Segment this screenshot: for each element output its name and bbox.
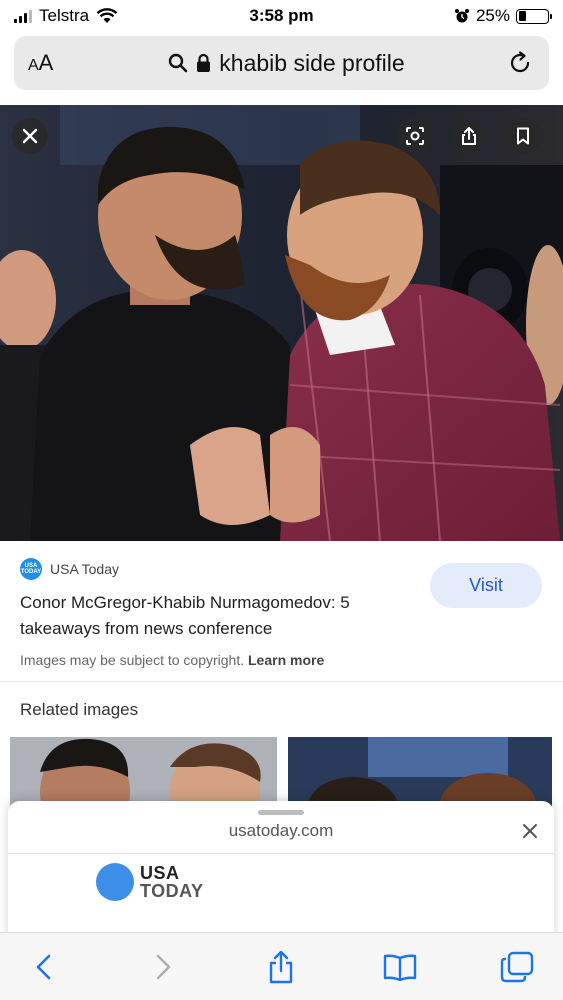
sheet-handle[interactable]	[258, 810, 304, 815]
bookmark-icon	[517, 127, 529, 145]
share-icon	[462, 127, 476, 145]
url-field[interactable]: khabib side profile	[68, 50, 505, 77]
status-bar: Telstra 3:58 pm 25%	[0, 0, 563, 32]
result-title[interactable]: Conor McGregor-Khabib Nurmagomedov: 5 ta…	[20, 590, 400, 642]
status-left: Telstra	[14, 6, 118, 26]
tabs-button[interactable]	[497, 947, 537, 987]
divider	[0, 681, 563, 682]
source-name: USA Today	[50, 561, 120, 577]
usa-today-logo-circle	[96, 863, 134, 901]
forward-button[interactable]	[143, 947, 183, 987]
share-image-button[interactable]	[451, 118, 487, 154]
source-row[interactable]: USA TODAY USA Today	[20, 558, 119, 580]
back-button[interactable]	[24, 947, 64, 987]
close-icon	[523, 824, 537, 838]
browser-toolbar	[0, 932, 563, 1000]
bookmarks-icon	[383, 954, 417, 981]
address-bar[interactable]: AA khabib side profile	[14, 36, 549, 90]
battery-icon	[516, 8, 552, 24]
reader-options-button[interactable]: AA	[28, 50, 68, 76]
usa-today-logo: USA TODAY	[96, 863, 204, 901]
learn-more-link[interactable]: Learn more	[248, 652, 324, 668]
sheet-divider	[8, 853, 554, 854]
reload-icon	[510, 51, 530, 73]
lens-icon	[406, 127, 424, 145]
forward-icon	[156, 954, 171, 980]
share-button[interactable]	[261, 947, 301, 987]
visit-button[interactable]: Visit	[430, 563, 542, 608]
source-logo: USA TODAY	[20, 558, 42, 580]
site-preview-sheet[interactable]: usatoday.com USA TODAY	[8, 801, 554, 941]
status-right: 25%	[454, 6, 552, 26]
related-images-heading: Related images	[20, 700, 139, 719]
hero-image[interactable]	[0, 105, 563, 541]
sheet-domain: usatoday.com	[228, 821, 334, 840]
lock-icon	[197, 53, 211, 72]
save-image-button[interactable]	[505, 118, 541, 154]
back-icon	[36, 954, 51, 980]
copyright-notice: Images may be subject to copyright. Lear…	[20, 652, 325, 668]
battery-percent: 25%	[475, 6, 510, 25]
reload-button[interactable]	[505, 48, 535, 78]
hero-photo	[0, 105, 563, 541]
signal-icon	[14, 9, 32, 23]
bookmarks-button[interactable]	[380, 947, 420, 987]
lens-button[interactable]	[397, 118, 433, 154]
carrier-label: Telstra	[39, 6, 90, 25]
url-text: khabib side profile	[219, 49, 405, 76]
sheet-close-button[interactable]	[520, 821, 540, 841]
tabs-icon	[500, 951, 534, 983]
close-icon	[22, 128, 38, 144]
share-icon	[269, 950, 293, 984]
alarm-icon	[454, 9, 469, 23]
usa-today-logo-text: USA TODAY	[140, 863, 204, 901]
close-image-button[interactable]	[12, 118, 48, 154]
status-time: 3:58 pm	[249, 6, 314, 25]
search-icon	[169, 53, 188, 73]
battery-fill	[518, 11, 526, 21]
wifi-icon	[96, 8, 118, 23]
